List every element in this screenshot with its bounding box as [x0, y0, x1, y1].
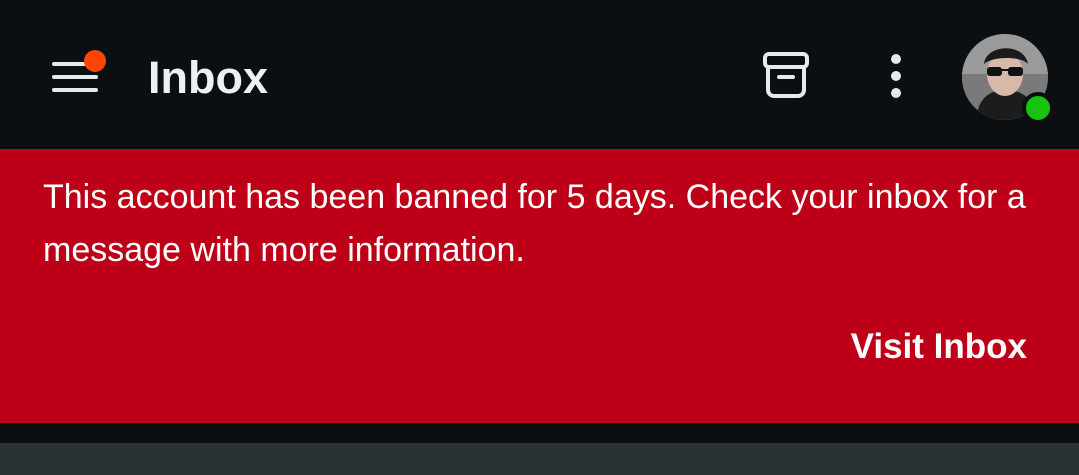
- app-root: Inbox This account has been banned for 5…: [0, 0, 1079, 475]
- content-area-top: [0, 443, 1079, 475]
- notification-dot: [84, 50, 106, 72]
- online-status-dot: [1022, 92, 1054, 124]
- archive-icon: [763, 52, 809, 98]
- user-avatar-button[interactable]: [962, 34, 1054, 124]
- archive-button[interactable]: [758, 50, 814, 102]
- visit-inbox-button[interactable]: Visit Inbox: [851, 327, 1027, 367]
- page-title: Inbox: [148, 52, 268, 103]
- ban-notice-banner: This account has been banned for 5 days.…: [0, 149, 1079, 423]
- more-options-button[interactable]: [876, 50, 916, 102]
- section-divider: [0, 423, 1079, 443]
- ban-notice-message: This account has been banned for 5 days.…: [43, 178, 1026, 269]
- more-vertical-icon: [891, 54, 901, 98]
- menu-button[interactable]: [44, 50, 106, 102]
- top-app-bar: Inbox: [0, 0, 1079, 149]
